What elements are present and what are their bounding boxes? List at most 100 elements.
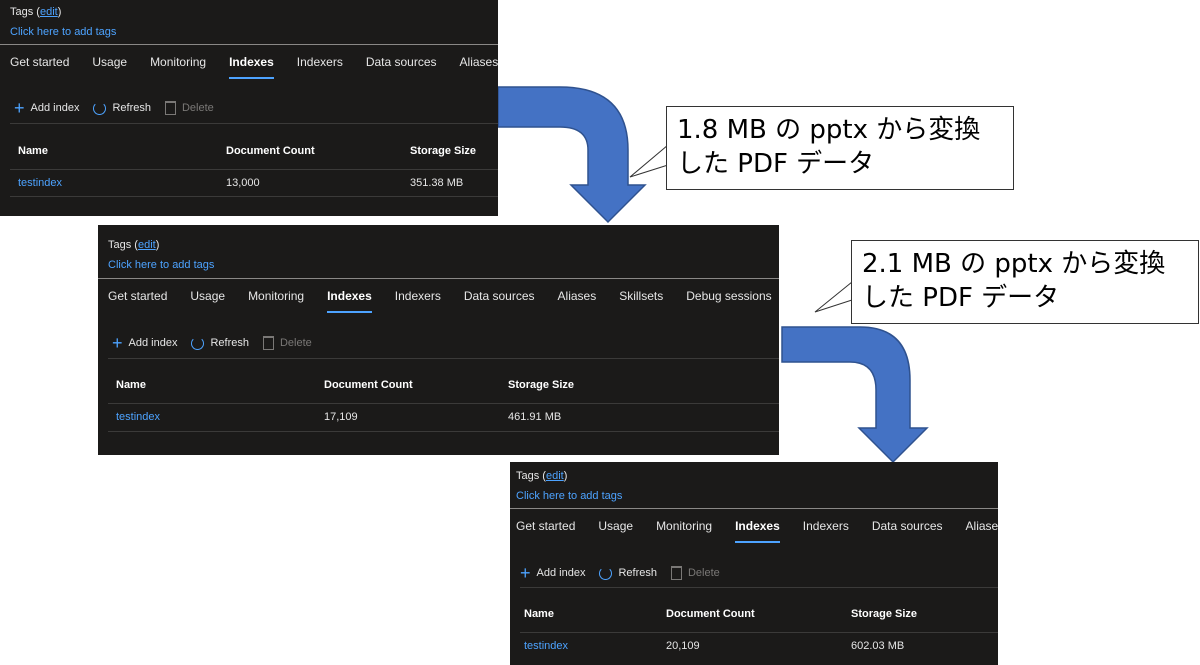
- tags-close: ): [155, 239, 160, 251]
- row-divider: [10, 196, 498, 197]
- edit-tags-link[interactable]: edit: [40, 6, 58, 18]
- tab-indexers[interactable]: Indexers: [803, 519, 849, 533]
- row-divider: [108, 431, 779, 432]
- column-header-document-count[interactable]: Document Count: [226, 145, 315, 157]
- column-header-storage-size[interactable]: Storage Size: [508, 379, 574, 391]
- tab-bar: Get started Usage Monitoring Indexes Ind…: [10, 55, 498, 79]
- column-header-document-count[interactable]: Document Count: [666, 608, 755, 620]
- toolbar-divider: [520, 587, 998, 588]
- tab-data-sources[interactable]: Data sources: [872, 519, 943, 533]
- callout-pointer-1: [629, 143, 669, 178]
- plus-icon: +: [14, 98, 25, 118]
- tab-indexes[interactable]: Indexes: [735, 519, 780, 543]
- panel-3: Tags (edit) Click here to add tags Get s…: [510, 462, 998, 665]
- tab-aliases[interactable]: Aliases: [460, 55, 498, 69]
- tags-label: Tags (: [108, 239, 138, 251]
- tab-indexers[interactable]: Indexers: [395, 289, 441, 303]
- callout-2: 2.1 MB の pptx から変換 した PDF データ: [851, 240, 1199, 324]
- tab-data-sources[interactable]: Data sources: [366, 55, 437, 69]
- delete-label: Delete: [279, 337, 312, 349]
- plus-icon: +: [112, 333, 123, 353]
- refresh-icon: [93, 101, 107, 115]
- storage-size: 351.38 MB: [410, 177, 464, 189]
- tags-line: Tags (edit): [516, 470, 567, 482]
- add-tags-link[interactable]: Click here to add tags: [516, 490, 622, 502]
- index-name-link[interactable]: testindex: [18, 177, 62, 189]
- delete-button[interactable]: Delete: [262, 336, 312, 350]
- refresh-button[interactable]: Refresh: [93, 101, 151, 115]
- add-index-label: Add index: [128, 337, 178, 349]
- refresh-icon: [191, 336, 205, 350]
- delete-label: Delete: [181, 102, 214, 114]
- tab-get-started[interactable]: Get started: [108, 289, 167, 303]
- delete-label: Delete: [687, 567, 720, 579]
- tags-close: ): [57, 6, 62, 18]
- header-row-divider: [10, 169, 498, 170]
- add-index-button[interactable]: + Add index: [520, 563, 586, 583]
- curved-arrow-2: [781, 326, 929, 464]
- tags-line: Tags (edit): [108, 239, 159, 251]
- callout-pointer-2: [814, 280, 853, 313]
- storage-size: 461.91 MB: [508, 411, 562, 423]
- tab-get-started[interactable]: Get started: [10, 55, 69, 69]
- tab-usage[interactable]: Usage: [190, 289, 225, 303]
- tab-indexes[interactable]: Indexes: [327, 289, 372, 313]
- refresh-button[interactable]: Refresh: [599, 566, 657, 580]
- storage-size: 602.03 MB: [851, 640, 905, 652]
- refresh-icon: [599, 566, 613, 580]
- header-divider: [98, 278, 779, 279]
- trash-icon: [262, 336, 274, 350]
- tab-aliases[interactable]: Aliases: [558, 289, 597, 303]
- toolbar: + Add index Refresh Delete: [520, 563, 734, 583]
- toolbar-divider: [10, 123, 498, 124]
- index-name-link[interactable]: testindex: [524, 640, 568, 652]
- refresh-button[interactable]: Refresh: [191, 336, 249, 350]
- tags-close: ): [563, 470, 568, 482]
- tab-indexes[interactable]: Indexes: [229, 55, 274, 79]
- tab-skillsets[interactable]: Skillsets: [619, 289, 663, 303]
- column-header-name[interactable]: Name: [116, 379, 146, 391]
- header-divider: [510, 508, 998, 509]
- add-tags-link[interactable]: Click here to add tags: [10, 26, 116, 38]
- tab-debug-sessions[interactable]: Debug sessions: [686, 289, 771, 303]
- add-index-label: Add index: [30, 102, 80, 114]
- tab-indexers[interactable]: Indexers: [297, 55, 343, 69]
- document-count: 20,109: [666, 640, 700, 652]
- tab-get-started[interactable]: Get started: [516, 519, 575, 533]
- edit-tags-link[interactable]: edit: [546, 470, 564, 482]
- tab-monitoring[interactable]: Monitoring: [150, 55, 206, 69]
- column-header-document-count[interactable]: Document Count: [324, 379, 413, 391]
- curved-arrow-1: [497, 86, 647, 224]
- tab-bar: Get started Usage Monitoring Indexes Ind…: [516, 519, 998, 543]
- tab-monitoring[interactable]: Monitoring: [248, 289, 304, 303]
- add-tags-link[interactable]: Click here to add tags: [108, 259, 214, 271]
- tab-data-sources[interactable]: Data sources: [464, 289, 535, 303]
- refresh-label: Refresh: [210, 337, 249, 349]
- toolbar: + Add index Refresh Delete: [14, 98, 228, 118]
- tab-monitoring[interactable]: Monitoring: [656, 519, 712, 533]
- column-header-storage-size[interactable]: Storage Size: [851, 608, 917, 620]
- delete-button[interactable]: Delete: [670, 566, 720, 580]
- refresh-label: Refresh: [112, 102, 151, 114]
- refresh-label: Refresh: [618, 567, 657, 579]
- tab-usage[interactable]: Usage: [598, 519, 633, 533]
- add-index-label: Add index: [536, 567, 586, 579]
- toolbar-divider: [108, 358, 779, 359]
- panel-2: Tags (edit) Click here to add tags Get s…: [98, 225, 779, 455]
- column-header-name[interactable]: Name: [524, 608, 554, 620]
- document-count: 17,109: [324, 411, 358, 423]
- delete-button[interactable]: Delete: [164, 101, 214, 115]
- tags-label: Tags (: [10, 6, 40, 18]
- header-row-divider: [108, 403, 779, 404]
- callout-1: 1.8 MB の pptx から変換 した PDF データ: [666, 106, 1014, 190]
- column-header-storage-size[interactable]: Storage Size: [410, 145, 476, 157]
- tab-usage[interactable]: Usage: [92, 55, 127, 69]
- add-index-button[interactable]: + Add index: [14, 98, 80, 118]
- index-name-link[interactable]: testindex: [116, 411, 160, 423]
- add-index-button[interactable]: + Add index: [112, 333, 178, 353]
- column-header-name[interactable]: Name: [18, 145, 48, 157]
- edit-tags-link[interactable]: edit: [138, 239, 156, 251]
- plus-icon: +: [520, 563, 531, 583]
- document-count: 13,000: [226, 177, 260, 189]
- tab-aliases[interactable]: Aliases: [966, 519, 998, 533]
